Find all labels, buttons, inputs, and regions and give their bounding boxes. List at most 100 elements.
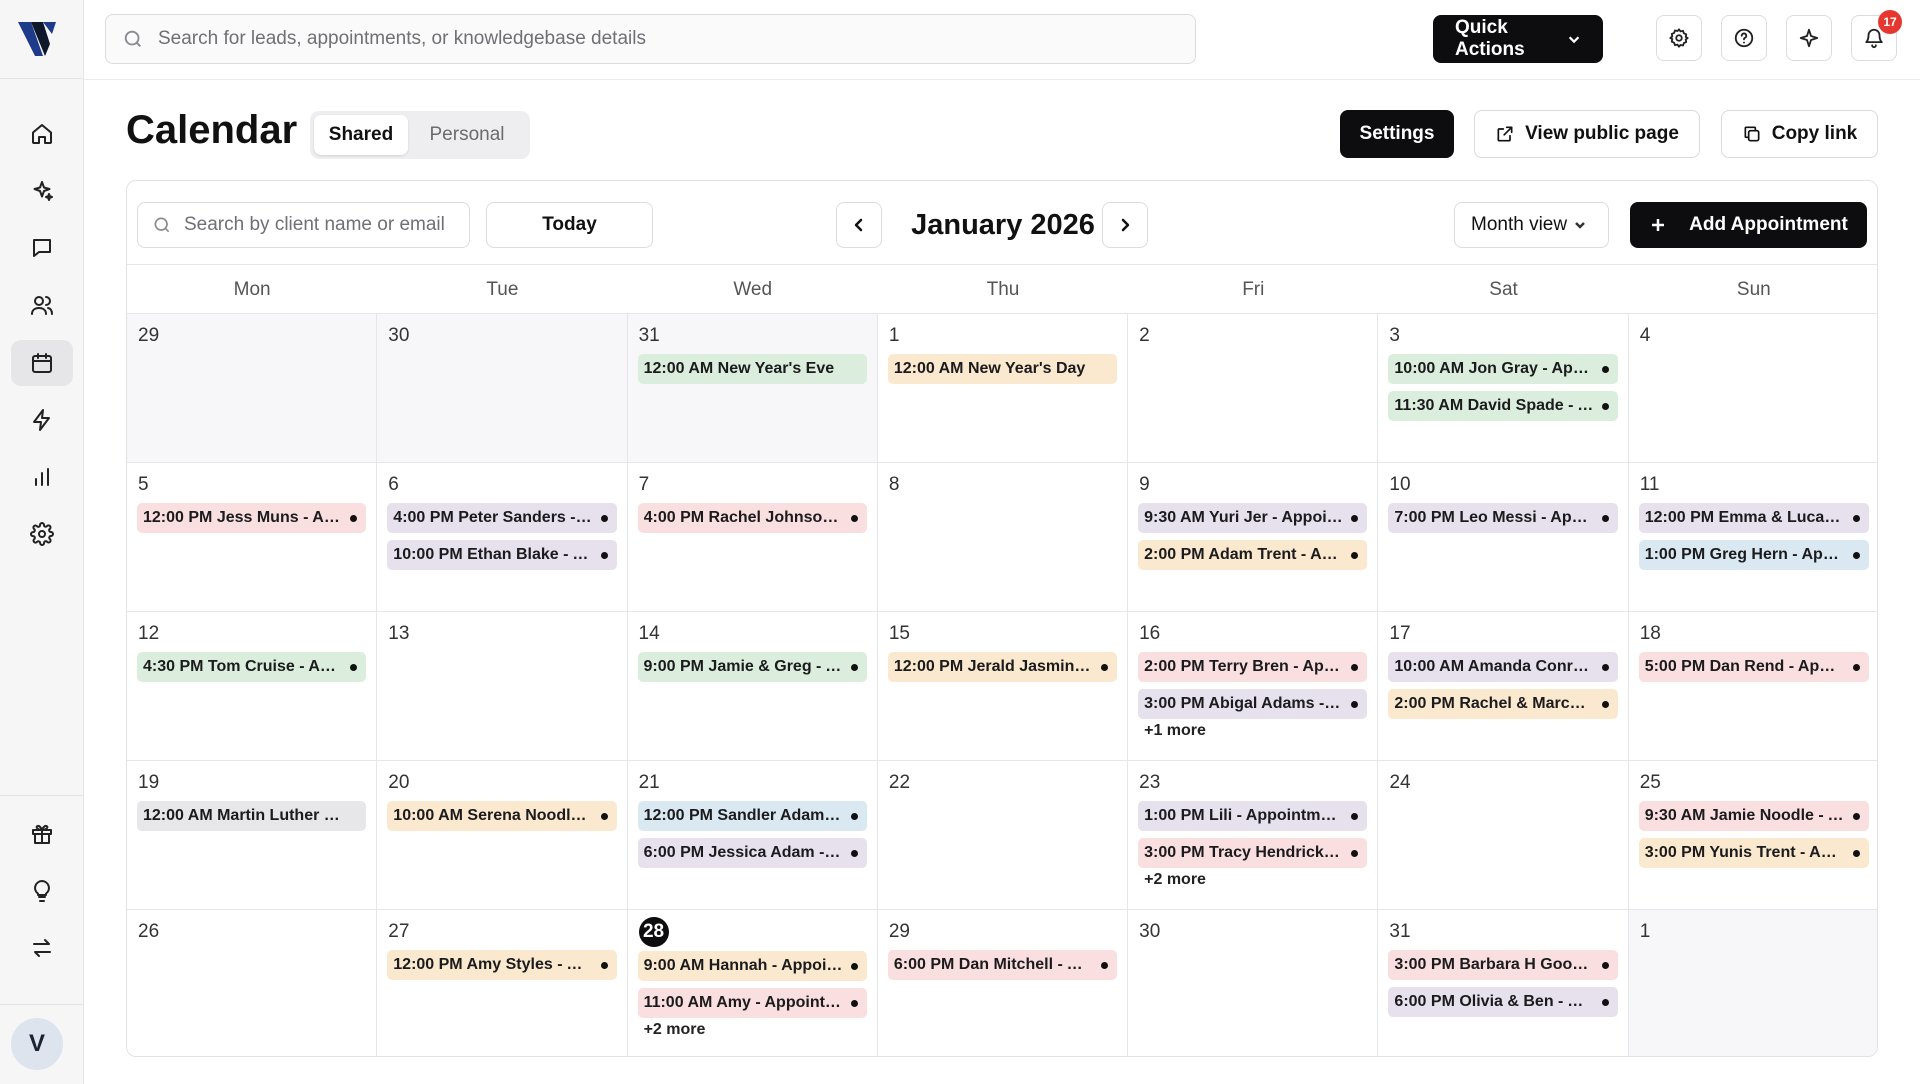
day-cell[interactable]: 3 10:00 AM Jon Gray - Appointment 11:30 AM… — [1378, 314, 1629, 462]
brand-logo[interactable] — [18, 18, 58, 58]
nav-settings[interactable] — [11, 511, 73, 557]
day-cell[interactable]: 28 9:00 AM Hannah - Appointment 11:00 AM A… — [628, 910, 878, 1056]
day-cell[interactable]: 18 5:00 PM Dan Rend - Appointment — [1629, 612, 1877, 760]
calendar-event[interactable]: 12:00 AM New Year's Eve — [637, 354, 867, 384]
calendar-event[interactable]: 9:30 AM Jamie Noodle - Appointment — [1638, 801, 1869, 831]
tab-personal[interactable]: Personal — [408, 115, 526, 155]
calendar-event[interactable]: 12:00 PM Amy Styles - Appointment — [387, 950, 617, 980]
day-cell[interactable]: 27 12:00 PM Amy Styles - Appointment — [377, 910, 628, 1056]
day-cell[interactable]: 19 12:00 AM Martin Luther King Jr. Day — [127, 761, 378, 909]
calendar-event[interactable]: 3:00 PM Barbara H Goodman - Appointment — [1388, 950, 1618, 980]
user-avatar[interactable]: V — [11, 1018, 63, 1070]
notifications-button[interactable]: 17 — [1851, 10, 1902, 61]
day-cell[interactable]: 11 12:00 PM Emma & Lucas - Appointment 1:0… — [1629, 463, 1877, 611]
global-search-input[interactable] — [158, 28, 1158, 50]
calendar-event[interactable]: 7:00 PM Leo Messi - Appointment — [1388, 503, 1618, 533]
calendar-event[interactable]: 12:00 AM New Year's Day — [887, 354, 1118, 384]
calendar-event[interactable]: 6:00 PM Jessica Adam - Appointment — [637, 838, 867, 868]
nav-switch[interactable] — [11, 925, 73, 971]
calendar-event[interactable]: 11:30 AM David Spade - Appointment — [1388, 391, 1618, 421]
calendar-event[interactable]: 2:00 PM Adam Trent - Appointment — [1138, 540, 1368, 570]
more-events-link[interactable]: +1 more — [1144, 722, 1367, 740]
more-events-link[interactable]: +2 more — [1144, 871, 1367, 889]
day-cell[interactable]: 9 9:30 AM Yuri Jer - Appointment 2:00 PM A… — [1128, 463, 1379, 611]
day-cell[interactable]: 5 12:00 PM Jess Muns - Appointment — [127, 463, 378, 611]
nav-ideas[interactable] — [11, 868, 73, 914]
day-cell[interactable]: 13 — [377, 612, 628, 760]
nav-home[interactable] — [11, 111, 73, 157]
quick-actions-button[interactable]: Quick Actions — [1433, 15, 1603, 63]
settings-icon-button[interactable] — [1656, 15, 1702, 61]
view-select[interactable]: Month view — [1454, 202, 1609, 248]
day-cell[interactable]: 15 12:00 PM Jerald Jasmine - Appointment — [878, 612, 1129, 760]
view-public-page-button[interactable]: View public page — [1474, 110, 1700, 158]
calendar-event[interactable]: 1:00 PM Lili - Appointment — [1138, 801, 1368, 831]
nav-messages[interactable] — [11, 225, 73, 271]
calendar-event[interactable]: 3:00 PM Yunis Trent - Appointment — [1638, 838, 1869, 868]
calendar-event[interactable]: 9:00 AM Hannah - Appointment — [637, 951, 867, 981]
day-cell[interactable]: 22 — [878, 761, 1129, 909]
day-cell[interactable]: 25 9:30 AM Jamie Noodle - Appointment 3:00… — [1629, 761, 1877, 909]
calendar-event[interactable]: 1:00 PM Greg Hern - Appointment — [1638, 540, 1869, 570]
calendar-event[interactable]: 4:00 PM Rachel Johnson - Appointment — [637, 503, 867, 533]
day-cell[interactable]: 4 — [1629, 314, 1877, 462]
day-cell[interactable]: 2 — [1128, 314, 1379, 462]
day-cell[interactable]: 17 10:00 AM Amanda Conroy - Appointment 2:… — [1378, 612, 1629, 760]
calendar-event[interactable]: 3:00 PM Abigal Adams - Appointment — [1138, 689, 1368, 719]
nav-calendar[interactable] — [11, 340, 73, 386]
day-cell[interactable]: 1 — [1628, 910, 1877, 1056]
nav-automations[interactable] — [11, 397, 73, 443]
client-search[interactable] — [137, 202, 470, 248]
calendar-event[interactable]: 9:00 PM Jamie & Greg - Appointment — [637, 652, 867, 682]
day-cell[interactable]: 31 12:00 AM New Year's Eve — [627, 314, 878, 462]
prev-month-button[interactable] — [836, 202, 882, 248]
day-cell[interactable]: 1 12:00 AM New Year's Day — [878, 314, 1129, 462]
calendar-event[interactable]: 12:00 PM Sandler Adams - Appointment — [637, 801, 867, 831]
nav-contacts[interactable] — [11, 282, 73, 328]
day-cell[interactable]: 29 6:00 PM Dan Mitchell - Appointment — [878, 910, 1129, 1056]
calendar-event[interactable]: 4:00 PM Peter Sanders - Appointment — [387, 503, 617, 533]
calendar-event[interactable]: 12:00 PM Jerald Jasmine - Appointment — [887, 652, 1118, 682]
day-cell[interactable]: 29 — [127, 314, 378, 462]
calendar-event[interactable]: 3:00 PM Tracy Hendrickson - Appointment — [1138, 838, 1368, 868]
day-cell[interactable]: 21 12:00 PM Sandler Adams - Appointment 6:… — [628, 761, 878, 909]
day-cell[interactable]: 10 7:00 PM Leo Messi - Appointment — [1378, 463, 1629, 611]
calendar-event[interactable]: 10:00 AM Jon Gray - Appointment — [1388, 354, 1618, 384]
calendar-event[interactable]: 4:30 PM Tom Cruise - Appointment — [137, 652, 367, 682]
day-cell[interactable]: 6 4:00 PM Peter Sanders - Appointment 10:0… — [377, 463, 628, 611]
ai-icon-button[interactable] — [1786, 15, 1832, 61]
calendar-event[interactable]: 5:00 PM Dan Rend - Appointment — [1638, 652, 1869, 682]
calendar-event[interactable]: 9:30 AM Yuri Jer - Appointment — [1138, 503, 1368, 533]
help-icon-button[interactable] — [1721, 15, 1767, 61]
add-appointment-button[interactable]: Add Appointment — [1630, 202, 1867, 248]
calendar-event[interactable]: 11:00 AM Amy - Appointment — [637, 988, 867, 1018]
day-cell[interactable]: 30 — [1128, 910, 1379, 1056]
day-cell[interactable]: 20 10:00 AM Serena Noodle - Appointment — [377, 761, 628, 909]
day-cell[interactable]: 16 2:00 PM Terry Bren - Appointment 3:00 P… — [1128, 612, 1379, 760]
today-button[interactable]: Today — [486, 202, 653, 248]
calendar-event[interactable]: 12:00 PM Emma & Lucas - Appointment — [1638, 503, 1869, 533]
calendar-event[interactable]: 6:00 PM Dan Mitchell - Appointment — [887, 950, 1118, 980]
nav-rewards[interactable] — [11, 811, 73, 857]
day-cell[interactable]: 12 4:30 PM Tom Cruise - Appointment — [127, 612, 378, 760]
calendar-event[interactable]: 10:00 PM Ethan Blake - Appointment — [387, 540, 617, 570]
day-cell[interactable]: 31 3:00 PM Barbara H Goodman - Appointmen… — [1378, 910, 1629, 1056]
calendar-event[interactable]: 10:00 AM Serena Noodle - Appointment — [387, 801, 617, 831]
settings-button[interactable]: Settings — [1340, 110, 1454, 158]
day-cell[interactable]: 30 — [377, 314, 628, 462]
calendar-event[interactable]: 10:00 AM Amanda Conroy - Appointment — [1388, 652, 1618, 682]
calendar-event[interactable]: 2:00 PM Terry Bren - Appointment — [1138, 652, 1368, 682]
calendar-event[interactable]: 6:00 PM Olivia & Ben - Appointment — [1388, 987, 1618, 1017]
day-cell[interactable]: 23 1:00 PM Lili - Appointment 3:00 PM Trac… — [1128, 761, 1379, 909]
day-cell[interactable]: 8 — [878, 463, 1129, 611]
more-events-link[interactable]: +2 more — [644, 1021, 867, 1039]
day-cell[interactable]: 14 9:00 PM Jamie & Greg - Appointment — [628, 612, 878, 760]
calendar-event[interactable]: 12:00 AM Martin Luther King Jr. Day — [137, 801, 367, 831]
day-cell[interactable]: 24 — [1378, 761, 1629, 909]
day-cell[interactable]: 7 4:00 PM Rachel Johnson - Appointment — [628, 463, 878, 611]
copy-link-button[interactable]: Copy link — [1721, 110, 1878, 158]
next-month-button[interactable] — [1102, 202, 1148, 248]
calendar-event[interactable]: 2:00 PM Rachel & Marcus - Appointment — [1388, 689, 1618, 719]
nav-ai[interactable] — [11, 168, 73, 214]
day-cell[interactable]: 26 — [127, 910, 378, 1056]
